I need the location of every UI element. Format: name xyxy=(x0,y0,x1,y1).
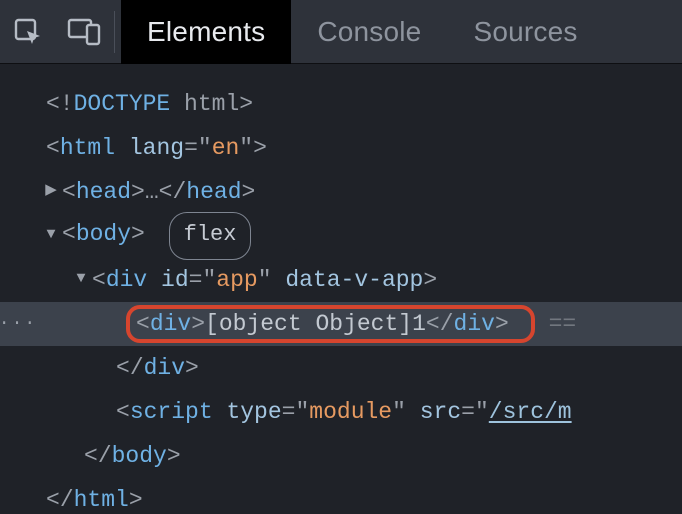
twisty-open-icon[interactable] xyxy=(70,258,92,300)
doctype-keyword: DOCTYPE xyxy=(74,91,171,117)
node-head[interactable]: <head>…</head> xyxy=(0,170,682,214)
attr-data-v-app: data-v-app xyxy=(285,267,423,293)
punct: <! xyxy=(46,91,74,117)
text-node: [object Object]1 xyxy=(205,311,426,337)
node-div-app-open[interactable]: <div id="app" data-v-app> xyxy=(0,258,682,302)
flex-badge[interactable]: flex xyxy=(169,212,252,260)
attr-lang: lang xyxy=(129,135,184,161)
attr-type: type xyxy=(226,399,281,425)
attr-lang-value: en xyxy=(212,135,240,161)
node-body-open[interactable]: <body> flex xyxy=(0,214,682,258)
inspect-element-icon[interactable] xyxy=(0,0,56,64)
twisty-open-icon[interactable] xyxy=(40,214,62,256)
tab-console[interactable]: Console xyxy=(291,0,447,64)
twisty-closed-icon[interactable] xyxy=(40,170,62,212)
tag-script: script xyxy=(130,399,213,425)
node-html-open[interactable]: <html lang="en"> xyxy=(0,126,682,170)
punct: html xyxy=(170,91,239,117)
collapsed-ellipsis[interactable]: … xyxy=(145,179,159,205)
node-script[interactable]: <script type="module" src="/src/m xyxy=(0,390,682,434)
highlight-box: <div>[object Object]1</div> xyxy=(126,305,535,343)
tabbar-divider xyxy=(114,11,115,53)
node-selected-div[interactable]: ··· <div>[object Object]1</div> == xyxy=(0,302,682,346)
tag-div: div xyxy=(106,267,147,293)
tag-body: body xyxy=(76,221,131,247)
tag-head: head xyxy=(76,179,131,205)
tag-div: div xyxy=(150,311,191,337)
row-gutter-dots-icon[interactable]: ··· xyxy=(0,302,36,346)
node-html-close[interactable]: </html> xyxy=(0,478,682,514)
attr-type-value: module xyxy=(309,399,392,425)
attr-src: src xyxy=(420,399,461,425)
node-body-close[interactable]: </body> xyxy=(0,434,682,478)
attr-id-value: app xyxy=(216,267,257,293)
punct: > xyxy=(239,91,253,117)
tag-html: html xyxy=(60,135,115,161)
devtools-tabbar: Elements Console Sources xyxy=(0,0,682,64)
dom-tree: <!DOCTYPE html> <html lang="en"> <head>…… xyxy=(0,64,682,514)
selection-trail: == xyxy=(549,311,577,337)
tab-sources[interactable]: Sources xyxy=(447,0,603,64)
attr-id: id xyxy=(161,267,189,293)
device-toolbar-icon[interactable] xyxy=(56,0,112,64)
node-doctype[interactable]: <!DOCTYPE html> xyxy=(0,82,682,126)
attr-src-value[interactable]: /src/m xyxy=(489,399,572,425)
tab-elements[interactable]: Elements xyxy=(121,0,291,64)
node-div-app-close[interactable]: </div> xyxy=(0,346,682,390)
